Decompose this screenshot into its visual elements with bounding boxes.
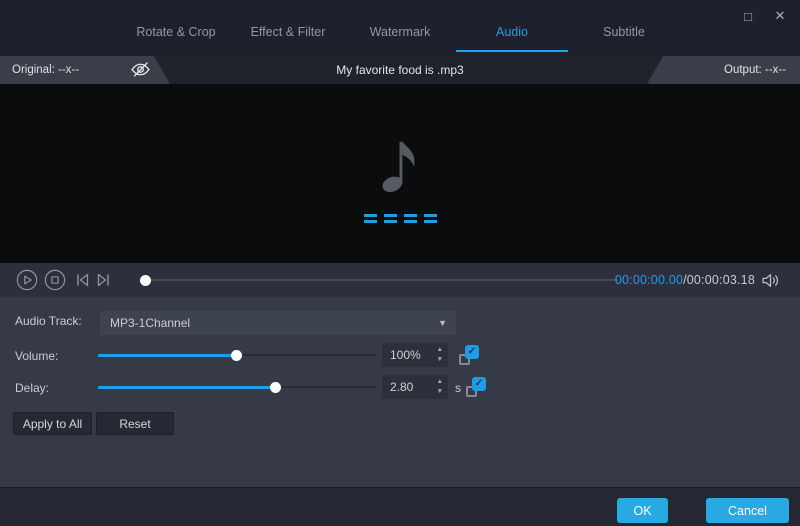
delay-spinner[interactable]: 2.80 ▲ ▼ xyxy=(382,375,448,399)
ok-button[interactable]: OK xyxy=(617,498,668,523)
eye-slash-icon xyxy=(130,62,151,82)
close-icon[interactable]: ✕ xyxy=(770,6,790,26)
next-frame-button[interactable] xyxy=(95,272,112,293)
elapsed-time: 00:00:00.00 xyxy=(614,273,684,287)
output-label: Output: --x-- xyxy=(724,64,786,76)
volume-spin-up-icon[interactable]: ▲ xyxy=(437,345,443,354)
volume-spinner[interactable]: 100% ▲ ▼ xyxy=(382,343,448,367)
tab-effect-filter[interactable]: Effect & Filter xyxy=(232,14,344,52)
time-display: 00:00:00.00 /00:00:03.18 xyxy=(615,263,755,297)
delay-label: Delay: xyxy=(15,381,50,395)
volume-thumb[interactable] xyxy=(231,349,242,361)
tabs-container: Rotate & Crop Effect & Filter Watermark Aud… xyxy=(120,14,680,52)
cancel-button[interactable]: Cancel xyxy=(706,498,789,523)
play-button[interactable] xyxy=(16,269,38,296)
info-bar: My favorite food is .mp3 Original: --x--… xyxy=(0,56,800,84)
tab-bar: Rotate & Crop Effect & Filter Watermark Aud… xyxy=(0,0,800,56)
tab-rotate-crop[interactable]: Rotate & Crop xyxy=(120,14,232,52)
footer-bar: OK Cancel xyxy=(0,487,800,526)
volume-fill xyxy=(98,353,237,357)
delay-slider[interactable] xyxy=(98,381,375,393)
audio-track-label: Audio Track: xyxy=(15,314,82,328)
loading-indicator xyxy=(363,214,437,223)
delay-thumb[interactable] xyxy=(269,381,281,393)
delay-spin-down-icon[interactable]: ▼ xyxy=(437,387,443,396)
reset-button[interactable]: Reset xyxy=(96,412,174,435)
tab-watermark[interactable]: Watermark xyxy=(344,14,456,52)
music-note-icon xyxy=(378,136,422,199)
window-controls: □ ✕ xyxy=(738,6,790,26)
audio-settings-window: Rotate & Crop Effect & Filter Watermark Aud… xyxy=(0,0,800,526)
volume-slider[interactable] xyxy=(98,349,375,361)
stop-button[interactable] xyxy=(44,269,66,296)
delay-spin-up-icon[interactable]: ▲ xyxy=(437,377,443,386)
seek-slider[interactable] xyxy=(139,274,618,286)
player-bar: 00:00:00.00 /00:00:03.18 xyxy=(0,263,800,297)
delay-apply-all-icon[interactable]: ✓ xyxy=(466,377,486,397)
apply-to-all-button[interactable]: Apply to All xyxy=(13,412,92,435)
volume-apply-all-icon[interactable]: ✓ xyxy=(459,345,479,365)
total-time: /00:00:03.18 xyxy=(683,273,755,287)
audio-controls-panel: Audio Track: MP3-1Channel ▼ Volume: 100%… xyxy=(0,297,800,487)
volume-value: 100% xyxy=(390,348,421,362)
maximize-icon[interactable]: □ xyxy=(738,6,758,26)
volume-icon[interactable] xyxy=(761,272,780,294)
preview-compare-toggle[interactable] xyxy=(130,61,152,79)
delay-unit: s xyxy=(455,381,461,395)
tab-audio[interactable]: Audio xyxy=(456,14,568,52)
audio-track-dropdown[interactable]: MP3-1Channel ▼ xyxy=(100,311,456,335)
preview-area xyxy=(0,84,800,263)
audio-track-value: MP3-1Channel xyxy=(110,316,191,330)
volume-spin-down-icon[interactable]: ▼ xyxy=(437,355,443,364)
original-label: Original: --x-- xyxy=(12,64,80,76)
seek-track[interactable] xyxy=(145,279,618,281)
output-resolution-badge: Output: --x-- xyxy=(647,56,800,84)
previous-frame-button[interactable] xyxy=(74,272,91,293)
chevron-down-icon: ▼ xyxy=(438,318,447,328)
volume-label: Volume: xyxy=(15,349,59,363)
seek-thumb[interactable] xyxy=(139,274,151,286)
delay-fill xyxy=(98,385,276,389)
tab-subtitle[interactable]: Subtitle xyxy=(568,14,680,52)
delay-value: 2.80 xyxy=(390,380,414,394)
